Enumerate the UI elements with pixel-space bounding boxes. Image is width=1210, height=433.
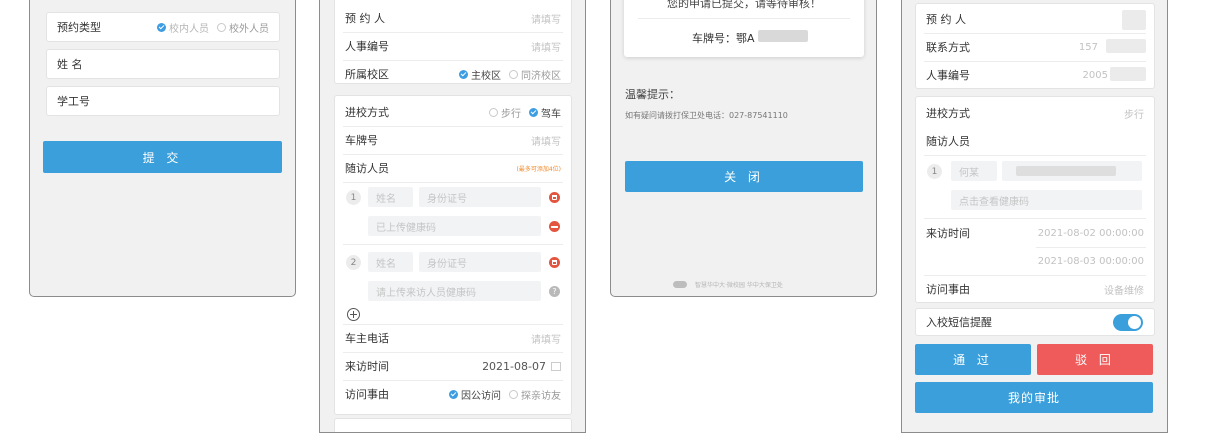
visitor-idcard-input[interactable]: 身份证号 <box>419 252 541 272</box>
check-circle-icon <box>459 69 468 79</box>
circle-icon <box>217 22 226 32</box>
visit-time-row: 来访时间 2021-08-02 00:00:00 <box>926 227 1144 240</box>
entry-row: 进校方式 步行 驾车 <box>345 105 561 120</box>
reject-button[interactable]: 驳 回 <box>1037 344 1153 375</box>
visit-detail-card: 进校方式 步行 随访人员 1 何某 点击查看健康码 来访时间 2021-08-02 … <box>915 96 1155 303</box>
sms-reminder-card: 入校短信提醒 <box>915 308 1155 336</box>
minus-circle-icon[interactable] <box>549 221 560 232</box>
my-approval-button[interactable]: 我的审批 <box>915 382 1153 413</box>
owner-phone-row[interactable]: 车主电话 请填写 <box>335 324 571 352</box>
submit-button[interactable]: 提 交 <box>43 141 282 173</box>
redacted-value <box>1106 39 1146 53</box>
companion-row: 随访人员 (最多可添加4位) <box>345 162 562 175</box>
question-icon[interactable]: ? <box>549 286 560 297</box>
visitor-idcard-input[interactable]: 身份证号 <box>419 187 541 207</box>
plate-row[interactable]: 车牌号 请填写 <box>335 126 571 154</box>
approve-button[interactable]: 通 过 <box>915 344 1031 375</box>
campus-row: 所属校区 主校区 同济校区 <box>345 67 561 82</box>
companion-row: 随访人员 <box>926 135 970 148</box>
add-visitor-icon[interactable] <box>347 308 360 321</box>
health-code-upload[interactable]: 已上传健康码 <box>368 216 541 236</box>
result-card: 您的申请已提交，请等待审核！ 车牌号：鄂A <box>624 0 864 57</box>
check-circle-icon <box>157 22 166 32</box>
circle-icon <box>509 389 518 399</box>
health-code-upload[interactable]: 请上传来访人员健康码 <box>368 281 541 301</box>
name-field[interactable]: 姓 名 <box>46 49 280 79</box>
visitor-number: 1 <box>346 190 361 205</box>
reason-row: 访问事由 设备维修 <box>926 283 1144 297</box>
sms-toggle[interactable] <box>1113 314 1143 331</box>
circle-icon <box>509 69 518 79</box>
visit-end-row: 2021-08-03 00:00:00 <box>1037 255 1144 267</box>
check-circle-icon <box>449 389 458 399</box>
visitor-name: 何某 <box>951 161 997 181</box>
companion-note: (最多可添加4位) <box>516 165 562 173</box>
applicant-card: 预 约 人请填写 人事编号 请填写 所属校区 主校区 同济校区 <box>334 0 572 84</box>
student-id-placeholder: 学工号 <box>57 95 90 108</box>
trash-icon[interactable] <box>549 192 560 203</box>
screen-submitted: 您的申请已提交，请等待审核！ 车牌号：鄂A 温馨提示： 如有疑问请拨打保卫处电话… <box>610 0 877 297</box>
radio-tongji-campus[interactable]: 同济校区 <box>509 67 561 82</box>
reserver-row: 预 约 人 <box>926 13 966 26</box>
booking-type-row: 预约类型 校内人员 校外人员 <box>46 12 280 42</box>
visit-card: 进校方式 步行 驾车 车牌号 请填写 随访人员 (最多可添加4位) 1 姓名 身份证… <box>334 95 572 415</box>
reserver-row[interactable]: 预 约 人请填写 <box>335 4 571 32</box>
visitor-name-input[interactable]: 姓名 <box>368 252 413 272</box>
screen-approval: 预 约 人 联系方式 157 人事编号 2005 进校方式 步行 随访人员 1 何某 … <box>901 0 1168 433</box>
booking-type-label: 预约类型 <box>57 21 101 34</box>
radio-family[interactable]: 探亲访友 <box>509 387 561 402</box>
screen-login-form: 预约类型 校内人员 校外人员 姓 名 学工号 提 交 <box>29 0 296 297</box>
calendar-icon <box>551 361 561 371</box>
visitor-name-input[interactable]: 姓名 <box>368 187 413 207</box>
close-button[interactable]: 关 闭 <box>625 161 863 192</box>
tips-title: 温馨提示： <box>625 88 680 101</box>
radio-main-campus[interactable]: 主校区 <box>459 67 501 82</box>
applicant-card: 预 约 人 联系方式 157 人事编号 2005 <box>915 3 1155 89</box>
tips-text: 如有疑问请拨打保卫处电话：027-87541110 <box>625 111 788 120</box>
trash-icon[interactable] <box>549 257 560 268</box>
check-circle-icon <box>529 107 538 117</box>
next-card <box>334 418 572 432</box>
screen-booking-form: 预 约 人请填写 人事编号 请填写 所属校区 主校区 同济校区 进校方式 步行 驾… <box>319 0 586 433</box>
circle-icon <box>489 107 498 117</box>
radio-walk[interactable]: 步行 <box>489 105 521 120</box>
visitor-number: 1 <box>927 164 942 179</box>
radio-drive[interactable]: 驾车 <box>529 105 561 120</box>
visit-time-row[interactable]: 来访时间 2021-08-07 <box>335 352 571 380</box>
sms-label: 入校短信提醒 <box>926 316 992 329</box>
radio-official[interactable]: 因公访问 <box>449 387 501 402</box>
redacted-value <box>1122 10 1146 30</box>
radio-internal[interactable]: 校内人员 <box>157 20 209 35</box>
redacted-value <box>1110 67 1146 81</box>
radio-external[interactable]: 校外人员 <box>217 20 269 35</box>
student-id-field[interactable]: 学工号 <box>46 86 280 116</box>
cloud-icon <box>673 281 687 288</box>
name-placeholder: 姓 名 <box>57 58 83 71</box>
staff-no-row[interactable]: 人事编号 请填写 <box>335 32 571 60</box>
view-health-code[interactable]: 点击查看健康码 <box>951 190 1142 210</box>
redacted-value <box>1016 166 1116 176</box>
footer: 智慧华中大·微校园 华中大保卫处 <box>673 280 783 289</box>
entry-row: 进校方式 步行 <box>926 107 1144 121</box>
plate-display: 车牌号：鄂A <box>692 32 755 45</box>
visitor-number: 2 <box>346 255 361 270</box>
submitted-message: 您的申请已提交，请等待审核！ <box>667 0 821 10</box>
reason-row: 访问事由 因公访问 探亲访友 <box>345 387 561 402</box>
redacted-plate <box>758 30 808 42</box>
